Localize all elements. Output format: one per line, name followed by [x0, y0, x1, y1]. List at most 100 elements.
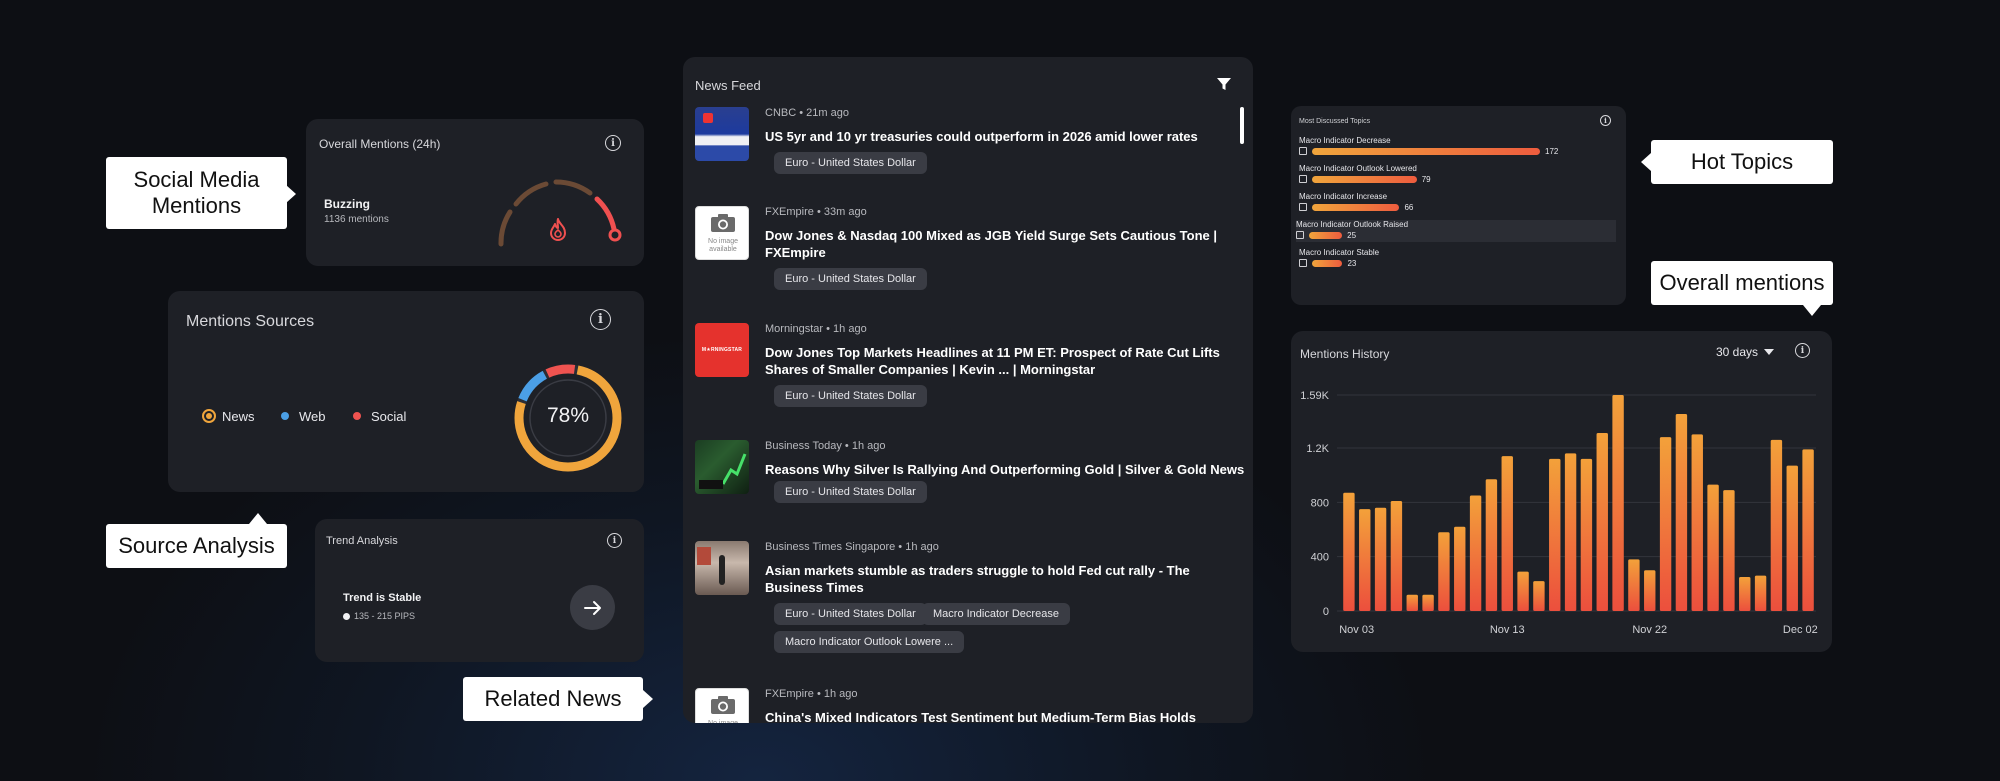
info-icon[interactable]: i — [1600, 115, 1611, 126]
news-feed-card: News Feed CNBC • 21m ago US 5yr and 10 y… — [683, 57, 1253, 723]
x-tick-label: Dec 02 — [1783, 624, 1818, 636]
news-item[interactable]: M★RNINGSTAR Morningstar • 1h ago Dow Jon… — [695, 323, 1240, 407]
chart-bar[interactable] — [1501, 456, 1513, 611]
card-title: Overall Mentions (24h) — [319, 137, 441, 151]
news-tag[interactable]: Euro - United States Dollar — [774, 268, 927, 290]
y-tick-label: 800 — [1311, 497, 1329, 509]
topic-bar — [1312, 260, 1343, 267]
chart-bar[interactable] — [1406, 594, 1418, 611]
news-source: FXEmpire — [765, 688, 814, 700]
news-title[interactable]: Dow Jones & Nasdaq 100 Mixed as JGB Yiel… — [765, 227, 1245, 261]
range-text: 135 - 215 PIPS — [354, 611, 416, 621]
chart-bar[interactable] — [1786, 465, 1798, 611]
chart-bar[interactable] — [1454, 526, 1466, 611]
chart-bar[interactable] — [1675, 414, 1688, 611]
news-tag[interactable]: Euro - United States Dollar — [774, 385, 927, 407]
news-time: 21m ago — [806, 107, 849, 119]
chart-bar[interactable] — [1739, 577, 1751, 611]
chart-bar[interactable] — [1802, 449, 1814, 611]
topic-item[interactable]: Macro Indicator Decrease 172 — [1299, 136, 1619, 158]
news-item[interactable]: CNBC • 21m ago US 5yr and 10 yr treasuri… — [695, 107, 1240, 177]
chart-bar[interactable] — [1390, 500, 1403, 611]
x-tick-label: Nov 03 — [1339, 624, 1374, 636]
news-thumbnail: No image available — [695, 206, 749, 260]
chart-bar[interactable] — [1517, 571, 1529, 611]
chart-bar[interactable] — [1549, 458, 1561, 611]
chart-bar[interactable] — [1564, 453, 1577, 611]
chart-bar[interactable] — [1580, 458, 1593, 611]
callout-overall-mentions: Overall mentions — [1651, 261, 1833, 316]
chart-bar[interactable] — [1723, 490, 1735, 611]
card-title: News Feed — [695, 78, 761, 93]
chart-bar[interactable] — [1469, 495, 1482, 611]
legend-item-social[interactable]: Social — [353, 408, 406, 424]
topic-item[interactable]: Macro Indicator Outlook Lowered 79 — [1299, 164, 1619, 186]
chart-bar[interactable] — [1754, 575, 1767, 611]
news-title[interactable]: China's Mixed Indicators Test Sentiment … — [765, 709, 1245, 723]
news-title[interactable]: Reasons Why Silver Is Rallying And Outpe… — [765, 461, 1245, 478]
chart-bar[interactable] — [1707, 484, 1719, 611]
news-thumbnail: No image available — [695, 688, 749, 723]
topic-checkbox[interactable] — [1296, 231, 1304, 239]
topic-count: 79 — [1421, 175, 1431, 184]
news-time: 1h ago — [851, 440, 886, 452]
info-icon[interactable]: i — [607, 533, 622, 548]
news-item[interactable]: Business Times Singapore • 1h ago Asian … — [695, 541, 1240, 653]
topic-bar — [1312, 148, 1540, 155]
filter-icon[interactable] — [1216, 76, 1232, 92]
info-icon[interactable]: i — [605, 135, 621, 151]
legend-item-news[interactable]: News — [202, 408, 255, 424]
chart-bar[interactable] — [1374, 507, 1387, 611]
trend-status: Trend is Stable — [343, 592, 422, 604]
topic-checkbox[interactable] — [1299, 203, 1307, 211]
chart-bar[interactable] — [1485, 479, 1498, 611]
chart-bar[interactable] — [1422, 594, 1434, 611]
trend-details-button[interactable] — [570, 585, 615, 630]
callout-hot-topics: Hot Topics — [1641, 140, 1833, 184]
chart-bar[interactable] — [1359, 509, 1371, 611]
topic-checkbox[interactable] — [1299, 175, 1307, 183]
info-icon[interactable]: i — [590, 309, 611, 330]
no-image-text: No image available — [708, 238, 738, 253]
news-title[interactable]: Dow Jones Top Markets Headlines at 11 PM… — [765, 344, 1245, 378]
chart-bar[interactable] — [1533, 581, 1545, 611]
topic-count: 25 — [1347, 231, 1357, 240]
news-item[interactable]: No image available FXEmpire • 1h ago Chi… — [695, 688, 1240, 723]
chart-bar[interactable] — [1691, 434, 1703, 611]
mentions-sources-card: Mentions Sources i News Web Social 78% — [168, 291, 644, 492]
news-title[interactable]: Asian markets stumble as traders struggl… — [765, 562, 1245, 596]
topic-item[interactable]: Macro Indicator Outlook Raised 25 — [1296, 220, 1616, 242]
news-tag[interactable]: Macro Indicator Outlook Lowere ... — [774, 631, 965, 653]
chart-bar[interactable] — [1612, 395, 1624, 611]
topic-name: Macro Indicator Increase — [1299, 192, 1388, 201]
callout-text: Overall mentions — [1659, 270, 1825, 295]
chart-bar[interactable] — [1659, 437, 1672, 611]
chart-bar[interactable] — [1596, 433, 1608, 611]
news-item[interactable]: Business Today • 1h ago Reasons Why Silv… — [695, 440, 1244, 510]
news-thumbnail — [695, 107, 749, 161]
news-thumbnail: M★RNINGSTAR — [695, 323, 749, 377]
legend-item-web[interactable]: Web — [281, 408, 326, 424]
news-tag[interactable]: Euro - United States Dollar — [774, 152, 927, 174]
card-title: Trend Analysis — [326, 535, 398, 547]
chart-bar[interactable] — [1343, 492, 1355, 611]
topic-checkbox[interactable] — [1299, 147, 1307, 155]
news-tag[interactable]: Macro Indicator Decrease — [922, 603, 1070, 625]
chart-bar[interactable] — [1438, 532, 1450, 611]
trend-analysis-card: Trend Analysis i Trend is Stable 135 - 2… — [315, 519, 644, 662]
x-tick-label: Nov 22 — [1632, 624, 1667, 636]
topic-item[interactable]: Macro Indicator Stable 23 — [1299, 248, 1619, 270]
news-title[interactable]: US 5yr and 10 yr treasuries could outper… — [765, 128, 1245, 145]
news-tag[interactable]: Euro - United States Dollar — [774, 603, 927, 625]
news-item[interactable]: No image available FXEmpire • 33m ago Do… — [695, 206, 1240, 290]
news-source: CNBC — [765, 107, 797, 119]
news-source: Business Today — [765, 440, 842, 452]
no-image-text: No image available — [698, 720, 748, 723]
chart-bar[interactable] — [1770, 439, 1783, 611]
news-tag[interactable]: Euro - United States Dollar — [774, 481, 927, 503]
topic-item[interactable]: Macro Indicator Increase 66 — [1299, 192, 1619, 214]
mentions-history-card: Mentions History 30 days i 0 400 800 1.2K 1.… — [1291, 331, 1832, 652]
chart-bar[interactable] — [1644, 570, 1656, 611]
topic-checkbox[interactable] — [1299, 259, 1307, 267]
chart-bar[interactable] — [1628, 559, 1640, 611]
